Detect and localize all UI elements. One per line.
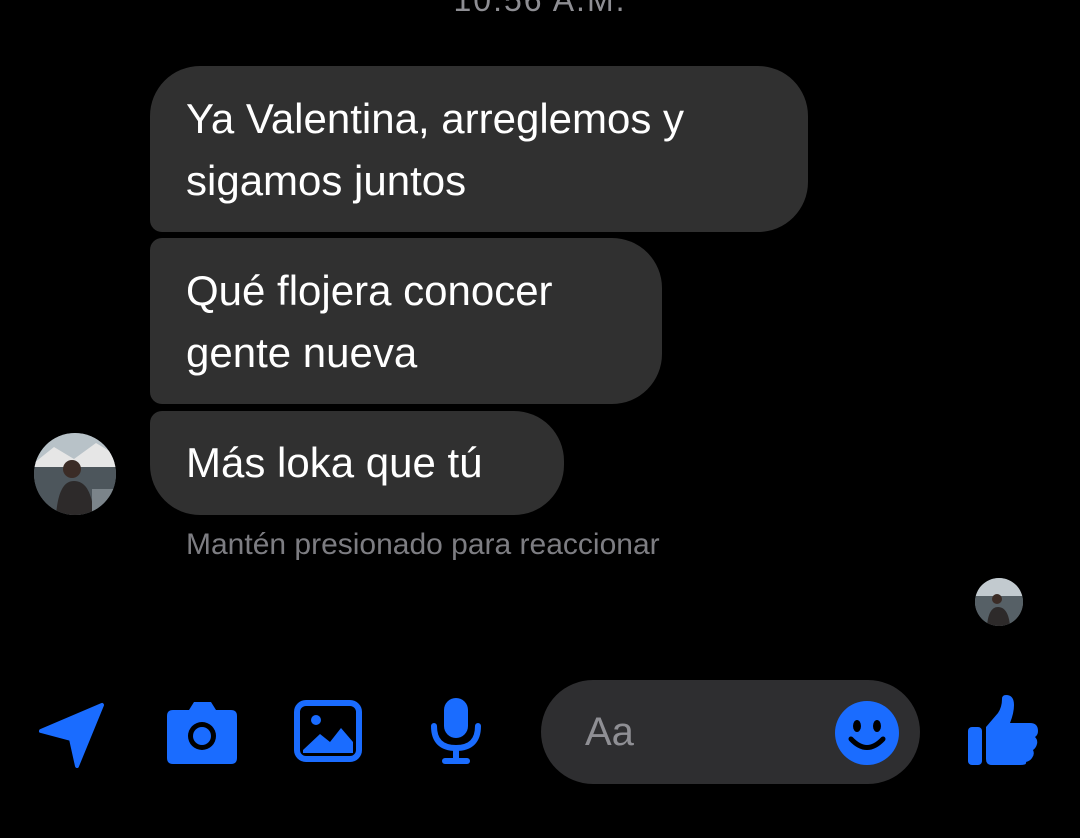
message-input[interactable] bbox=[585, 704, 815, 760]
reaction-hint: Mantén presionado para reaccionar bbox=[186, 528, 660, 561]
camera-icon[interactable] bbox=[165, 700, 239, 766]
microphone-icon[interactable] bbox=[428, 696, 484, 766]
thumbs-up-icon[interactable] bbox=[966, 693, 1040, 767]
message-text: Ya Valentina, arreglemos y sigamos junto… bbox=[186, 95, 685, 204]
avatar-photo bbox=[34, 433, 116, 515]
send-location-icon[interactable] bbox=[38, 700, 106, 768]
message-bubble[interactable]: Ya Valentina, arreglemos y sigamos junto… bbox=[150, 66, 808, 232]
emoji-icon[interactable] bbox=[834, 700, 900, 766]
conversation-timestamp: 10:56 A.M. bbox=[453, 0, 627, 18]
message-text: Qué flojera conocer gente nueva bbox=[186, 267, 553, 376]
message-bubble[interactable]: Más loka que tú bbox=[150, 411, 564, 515]
avatar-photo bbox=[975, 578, 1023, 626]
message-bubble[interactable]: Qué flojera conocer gente nueva bbox=[150, 238, 662, 404]
seen-receipt-avatar bbox=[975, 578, 1023, 626]
sender-avatar[interactable] bbox=[34, 433, 116, 515]
message-composer[interactable] bbox=[541, 680, 920, 784]
message-text: Más loka que tú bbox=[186, 439, 483, 486]
gallery-icon[interactable] bbox=[294, 700, 362, 762]
